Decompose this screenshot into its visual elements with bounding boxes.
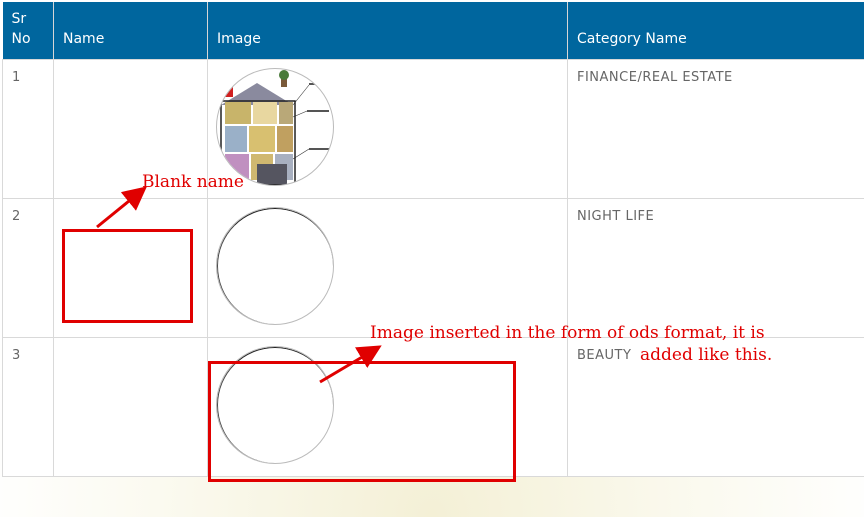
blank-thumbnail-image[interactable] (216, 207, 334, 325)
header-category-name[interactable]: Category Name (567, 2, 864, 60)
header-image[interactable]: Image (207, 2, 568, 60)
cell-category: NIGHT LIFE (567, 198, 864, 338)
cell-name (53, 337, 208, 477)
cell-sr-no: 1 (2, 59, 54, 199)
image-note-annotation-line1: Image inserted in the form of ods format… (370, 323, 765, 343)
image-highlight-box (208, 361, 516, 482)
blank-name-highlight-box (62, 229, 193, 323)
cell-category: FINANCE/REAL ESTATE (567, 59, 864, 199)
blank-name-annotation: Blank name (142, 172, 244, 192)
cell-image (207, 198, 568, 338)
table-row: 1 FINANCE/REAL ESTATE (2, 59, 864, 199)
house-thumbnail-image[interactable] (216, 68, 334, 186)
image-note-annotation-line2: added like this. (640, 345, 773, 365)
header-sr-no[interactable]: Sr No (2, 2, 54, 60)
cell-sr-no: 2 (2, 198, 54, 338)
cell-image (207, 59, 568, 199)
table-header-row: Sr No Name Image Category Name (2, 2, 864, 60)
header-name[interactable]: Name (53, 2, 208, 60)
cell-sr-no: 3 (2, 337, 54, 477)
